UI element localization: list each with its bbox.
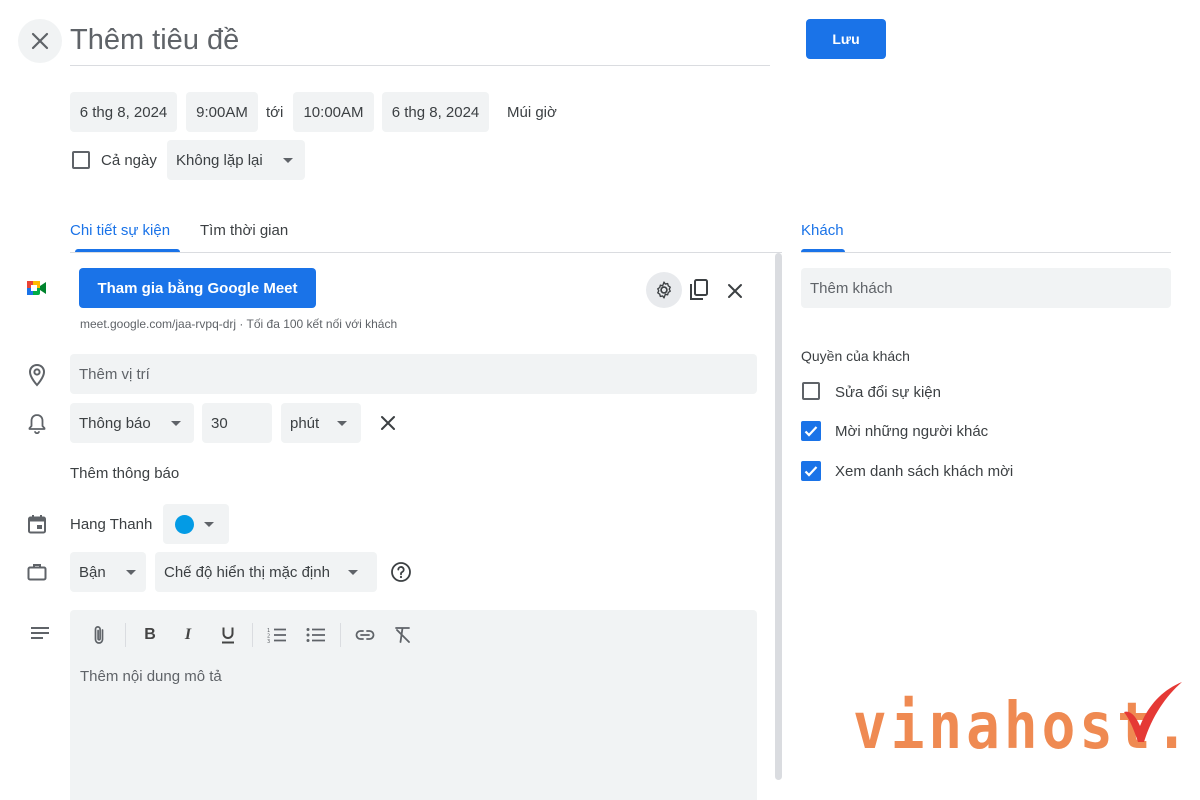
all-day-label: Cả ngày — [101, 151, 157, 169]
chevron-down-icon — [125, 569, 136, 575]
scrollbar[interactable] — [775, 253, 782, 780]
color-swatch — [175, 514, 194, 534]
copy-meet-link-button[interactable] — [687, 278, 711, 302]
close-icon — [727, 283, 743, 299]
checkmark-icon — [804, 426, 818, 437]
title-field[interactable]: Thêm tiêu đề — [70, 16, 770, 66]
location-pin-icon — [27, 363, 47, 387]
availability-value: Bận — [79, 563, 106, 581]
bold-icon[interactable]: B — [140, 626, 160, 644]
notification-unit-value: phút — [290, 414, 320, 432]
location-input[interactable]: Thêm vị trí — [70, 354, 757, 394]
remove-meet-button[interactable] — [723, 279, 747, 303]
permission-invite-checkbox[interactable] — [801, 421, 821, 441]
gear-icon — [654, 280, 674, 300]
bulleted-list-icon[interactable] — [305, 627, 327, 643]
numbered-list-icon[interactable]: 123 — [266, 627, 288, 643]
chevron-down-icon — [282, 157, 293, 163]
end-date-chip[interactable]: 6 thg 8, 2024 — [382, 92, 489, 132]
availability-dropdown[interactable]: Bận — [70, 552, 146, 592]
toolbar-separator — [340, 623, 341, 647]
timezone-link[interactable]: Múi giờ — [507, 92, 557, 132]
permission-see-list-checkbox[interactable] — [801, 461, 821, 481]
repeat-dropdown[interactable]: Không lặp lại — [167, 140, 305, 180]
attachment-icon[interactable] — [87, 625, 111, 645]
tab-event-details[interactable]: Chi tiết sự kiện — [70, 215, 170, 245]
calendar-icon — [27, 514, 47, 534]
calendar-owner: Hang Thanh — [70, 515, 153, 533]
google-meet-icon — [26, 278, 48, 298]
copy-icon — [689, 279, 709, 301]
formatting-toolbar: B I 123 — [70, 622, 757, 648]
permission-modify-label: Sửa đổi sự kiện — [835, 383, 941, 401]
chevron-down-icon — [337, 420, 348, 426]
all-day-checkbox[interactable] — [72, 151, 90, 169]
add-guests-input[interactable]: Thêm khách — [801, 268, 1171, 308]
visibility-value: Chế độ hiển thị mặc định — [164, 563, 330, 581]
save-button[interactable]: Lưu — [806, 19, 886, 59]
chevron-down-icon — [170, 420, 181, 426]
toolbar-separator — [125, 623, 126, 647]
chevron-down-icon — [204, 521, 214, 527]
guests-divider — [801, 252, 1171, 253]
bell-icon — [27, 412, 47, 434]
description-input[interactable]: Thêm nội dung mô tả — [80, 668, 222, 685]
notification-type-value: Thông báo — [79, 414, 151, 432]
permission-invite-label: Mời những người khác — [835, 422, 989, 440]
notification-amount-input[interactable]: 30 — [202, 403, 272, 443]
meet-settings-button[interactable] — [646, 272, 682, 308]
vinahost-check-logo — [1120, 680, 1184, 751]
briefcase-icon — [27, 562, 47, 582]
add-notification-link[interactable]: Thêm thông báo — [70, 453, 179, 493]
visibility-dropdown[interactable]: Chế độ hiển thị mặc định — [155, 552, 377, 592]
description-icon — [30, 626, 50, 640]
start-date-chip[interactable]: 6 thg 8, 2024 — [70, 92, 177, 132]
meet-link-info: meet.google.com/jaa-rvpq-drj · Tối đa 10… — [80, 317, 398, 331]
help-button[interactable] — [390, 561, 412, 583]
end-time-chip[interactable]: 10:00AM — [293, 92, 374, 132]
description-editor[interactable]: B I 123 Thêm nội dung mô tả — [70, 610, 757, 800]
permission-see-list-label: Xem danh sách khách mời — [835, 462, 1014, 480]
permission-modify-checkbox[interactable] — [802, 382, 820, 400]
toolbar-separator — [252, 623, 253, 647]
chevron-down-icon — [347, 569, 358, 575]
checkmark-icon — [804, 466, 818, 477]
repeat-value: Không lặp lại — [176, 151, 263, 169]
title-input[interactable]: Thêm tiêu đề — [70, 22, 770, 58]
tab-find-time[interactable]: Tìm thời gian — [200, 215, 288, 245]
guest-permissions-title: Quyền của khách — [801, 348, 910, 364]
clear-formatting-icon[interactable] — [392, 626, 414, 644]
underline-icon[interactable] — [218, 626, 238, 644]
join-google-meet-button[interactable]: Tham gia bằng Google Meet — [79, 268, 316, 308]
close-icon — [30, 31, 50, 51]
remove-notification-button[interactable] — [376, 411, 400, 435]
link-icon[interactable] — [354, 629, 376, 641]
notification-unit-dropdown[interactable]: phút — [281, 403, 361, 443]
notification-type-dropdown[interactable]: Thông báo — [70, 403, 194, 443]
italic-icon[interactable]: I — [178, 626, 198, 644]
to-label: tới — [266, 103, 284, 121]
start-time-chip[interactable]: 9:00AM — [186, 92, 258, 132]
help-icon — [390, 561, 412, 583]
close-icon — [380, 415, 396, 431]
calendar-color-dropdown[interactable] — [163, 504, 229, 544]
svg-text:3: 3 — [267, 639, 270, 643]
tabs-divider — [70, 252, 782, 253]
tab-guests[interactable]: Khách — [801, 215, 844, 245]
close-button[interactable] — [18, 19, 62, 63]
